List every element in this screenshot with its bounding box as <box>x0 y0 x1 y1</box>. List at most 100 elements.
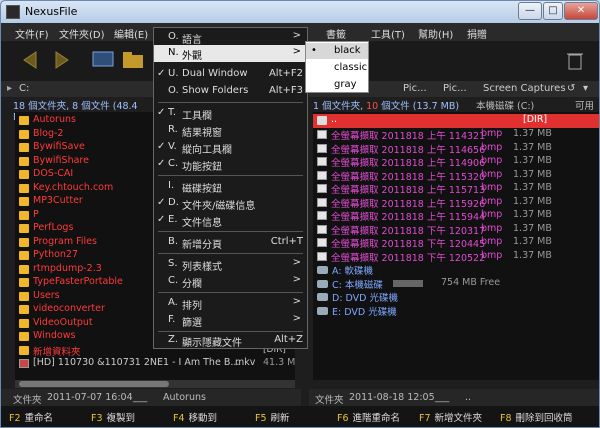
theme-gray[interactable]: gray <box>306 77 368 93</box>
menu-tools[interactable]: 工具(T) <box>371 26 405 41</box>
menu-item-appearance[interactable]: N. 外觀 > <box>154 45 307 62</box>
menu-item-folder-drive-info[interactable]: ✓ D. 文件夾/磁碟信息 <box>154 195 307 212</box>
menu-help[interactable]: 幫助(H) <box>418 26 453 41</box>
list-item[interactable]: Python27 <box>15 249 78 263</box>
menu-bookmarks[interactable]: 書籤 <box>326 26 346 41</box>
list-item[interactable]: Users <box>15 290 60 304</box>
maximize-button[interactable]: □ <box>543 2 563 20</box>
video-file-icon <box>19 359 29 368</box>
list-item[interactable]: Blog-2 <box>15 128 63 142</box>
list-item[interactable]: P <box>15 209 39 223</box>
floppy-drive-icon <box>317 266 328 274</box>
parent-dir-row[interactable]: .. [DIR] <box>313 114 599 128</box>
f5-button[interactable]: F5 刷新 <box>255 410 290 424</box>
folder-icon <box>19 332 29 341</box>
menu-item-language[interactable]: O. 語言 > <box>154 29 307 46</box>
table-row[interactable]: 全螢幕擷取 2011818 上午 114321 bmp 1.37 MB <box>313 128 599 142</box>
menu-item-sort[interactable]: A. 排列 > <box>154 295 307 312</box>
menu-folder[interactable]: 文件夾(D) <box>59 26 105 41</box>
menu-item-vertical-toolbar[interactable]: ✓ V. 縱向工具欄 <box>154 139 307 156</box>
list-item[interactable]: BywifiSave <box>15 141 85 155</box>
table-row[interactable]: 全螢幕擷取 2011818 上午 115320 bmp 1.37 MB <box>313 169 599 183</box>
minimize-button[interactable]: — <box>518 2 542 20</box>
chevron-down-icon[interactable]: ▾ <box>583 83 588 94</box>
folder-icon <box>19 170 29 179</box>
folder-icon <box>19 143 29 152</box>
list-item[interactable]: PerfLogs <box>15 222 73 236</box>
list-item[interactable]: 新增資料夾 <box>15 344 81 358</box>
f7-button[interactable]: F7 新增文件夾 <box>419 410 482 424</box>
f4-button[interactable]: F4 移動到 <box>173 410 217 424</box>
list-item[interactable]: BywifiShare <box>15 155 89 169</box>
hard-drive-icon <box>317 279 328 288</box>
folder-icon <box>19 210 29 220</box>
menu-item-function-buttons[interactable]: ✓ C. 功能按鈕 <box>154 156 307 173</box>
scrollbar-thumb[interactable] <box>19 381 169 387</box>
path-segment[interactable]: Pic... <box>403 83 427 94</box>
drive-row[interactable]: D: DVD 光碟機 <box>313 290 398 304</box>
image-file-icon <box>317 211 327 220</box>
menu-item-show-folders[interactable]: O. Show Folders Alt+F3 <box>154 83 307 100</box>
path-segment-current[interactable]: Screen Captures <box>483 83 566 94</box>
refresh-icon[interactable]: ↺ <box>567 83 575 94</box>
list-item[interactable]: Autoruns <box>15 114 76 128</box>
table-row[interactable]: 全螢幕擷取 2011818 上午 115926 bmp 1.37 MB <box>313 196 599 210</box>
menu-item-toolbar[interactable]: ✓ T. 工具欄 <box>154 105 307 122</box>
list-item[interactable]: Windows <box>15 330 75 344</box>
list-item[interactable]: videoconverter <box>15 303 105 317</box>
list-item[interactable]: VideoOutput <box>15 317 93 331</box>
drive-row[interactable]: A: 軟碟機 <box>313 263 373 277</box>
list-item[interactable]: TypeFasterPortable <box>15 276 123 290</box>
folder-icon <box>19 116 29 125</box>
menu-item-filter[interactable]: F. 篩選 > <box>154 312 307 329</box>
menu-item-dual-window[interactable]: ✓ U. Dual Window Alt+F2 <box>154 66 307 83</box>
folder-icon[interactable] <box>121 49 145 71</box>
menu-item-drive-buttons[interactable]: I. 磁碟按鈕 <box>154 178 307 195</box>
left-horizontal-scrollbar[interactable] <box>15 380 295 388</box>
list-item[interactable]: [HD] 110730 &110731 2NE1 - I Am The B...… <box>15 357 295 371</box>
list-item[interactable]: rtmpdump-2.3 <box>15 263 102 277</box>
theme-black[interactable]: • black <box>306 43 368 59</box>
parent-folder-icon <box>317 116 327 125</box>
theme-classic[interactable]: classic <box>306 60 368 76</box>
list-item[interactable]: DOS-CAI <box>15 168 73 182</box>
menu-edit[interactable]: 編輯(E) <box>114 26 148 41</box>
menu-item-results-window[interactable]: R. 結果視窗 <box>154 122 307 139</box>
menu-item-new-tab[interactable]: B. 新增分頁 Ctrl+T <box>154 234 307 251</box>
folder-icon <box>19 129 29 139</box>
f3-button[interactable]: F3 複製到 <box>91 410 135 424</box>
window-title: NexusFile <box>25 5 78 18</box>
drive-row[interactable]: C: 本機磁碟 754 MB Free <box>313 277 599 291</box>
list-item[interactable]: MP3Cutter <box>15 195 83 209</box>
folder-icon <box>19 224 29 233</box>
menu-item-file-info[interactable]: ✓ E. 文件信息 <box>154 212 307 229</box>
menu-file[interactable]: 文件(F) <box>15 26 49 41</box>
menu-item-show-hidden[interactable]: Z. 顯示隱藏文件 Alt+Z <box>154 332 307 349</box>
list-item[interactable]: Program Files <box>15 236 97 250</box>
close-button[interactable]: ✕ <box>564 2 598 20</box>
f6-button[interactable]: F6 進階重命名 <box>337 410 400 424</box>
back-icon[interactable] <box>19 49 43 71</box>
forward-icon[interactable] <box>49 49 73 71</box>
table-row[interactable]: 全螢幕擷取 2011818 上午 114656 bmp 1.37 MB <box>313 142 599 156</box>
f2-button[interactable]: F2 重命名 <box>9 410 53 424</box>
f8-button[interactable]: F8 刪除到回收筒 <box>500 410 573 424</box>
function-key-bar: F2 重命名 F3 複製到 F4 移動到 F5 刷新 F6 進階重命名 F7 新增文件夾 F… <box>1 406 599 427</box>
table-row[interactable]: 全螢幕擷取 2011818 上午 115713 bmp 1.37 MB <box>313 182 599 196</box>
table-row[interactable]: 全螢幕擷取 2011818 下午 120317 bmp 1.37 MB <box>313 223 599 237</box>
monitor-icon[interactable] <box>91 49 115 71</box>
path-segment[interactable]: Pic... <box>443 83 467 94</box>
dvd-drive-icon <box>317 306 328 315</box>
table-row[interactable]: 全螢幕擷取 2011818 上午 115944 bmp 1.37 MB <box>313 209 599 223</box>
menu-item-columns[interactable]: C. 分欄 > <box>154 273 307 290</box>
image-file-icon <box>317 130 327 139</box>
table-row[interactable]: 全螢幕擷取 2011818 下午 120445 bmp 1.37 MB <box>313 236 599 250</box>
trash-icon[interactable] <box>563 49 587 71</box>
menu-donate[interactable]: 捐贈 <box>467 26 487 41</box>
list-item[interactable]: Key.chtouch.com <box>15 182 113 196</box>
table-row[interactable]: 全螢幕擷取 2011818 下午 120522 bmp 1.37 MB <box>313 250 599 264</box>
menu-item-list-style[interactable]: S. 列表樣式 > <box>154 256 307 273</box>
drive-row[interactable]: E: DVD 光碟機 <box>313 304 397 318</box>
right-file-list[interactable]: .. [DIR] 全螢幕擷取 2011818 上午 114321 bmp 1.37 … <box>313 112 599 380</box>
table-row[interactable]: 全螢幕擷取 2011818 上午 114906 bmp 1.37 MB <box>313 155 599 169</box>
